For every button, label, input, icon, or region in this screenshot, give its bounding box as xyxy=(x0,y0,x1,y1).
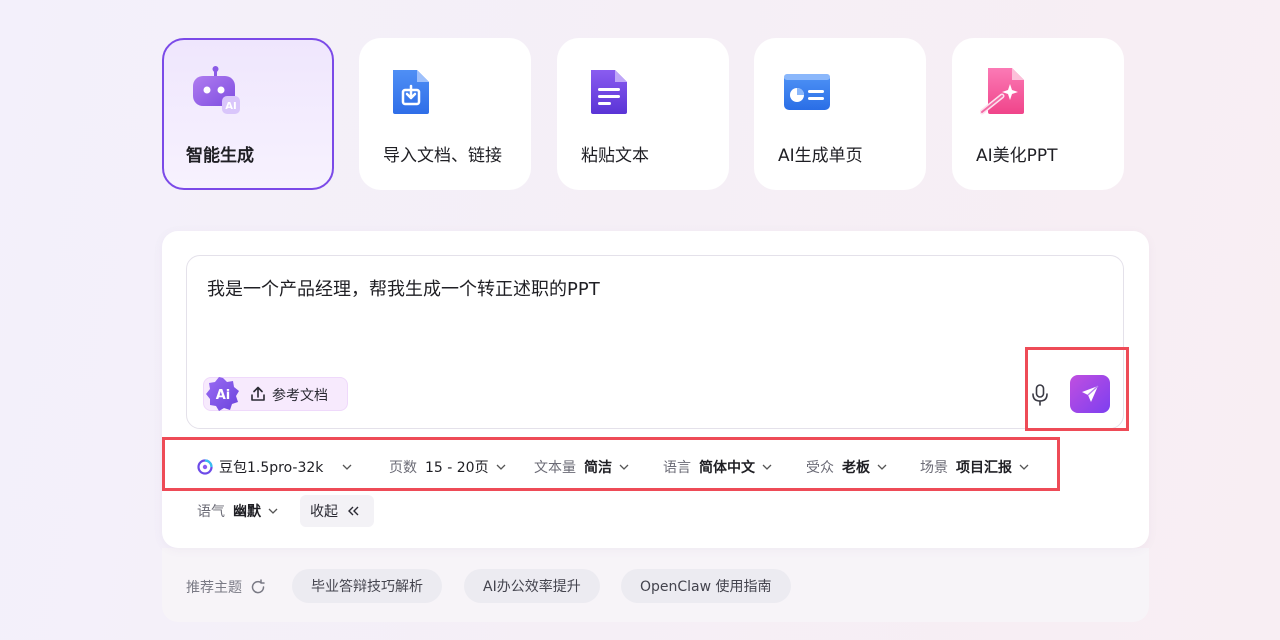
single-page-icon xyxy=(784,74,830,110)
card-label: 导入文档、链接 xyxy=(383,146,502,166)
tone-value: 幽默 xyxy=(233,504,261,520)
card-label: AI生成单页 xyxy=(778,146,863,166)
topic-chip[interactable]: OpenClaw 使用指南 xyxy=(621,569,791,603)
collapse-button[interactable]: 收起 xyxy=(300,495,374,527)
beautify-wand-icon xyxy=(980,68,1024,115)
card-label: 智能生成 xyxy=(186,146,254,166)
ai-badge-icon: Ai xyxy=(206,377,239,411)
highlight-options-row xyxy=(162,437,1060,491)
paste-text-icon xyxy=(591,70,627,114)
robot-ai-icon: AI xyxy=(193,66,240,114)
svg-text:AI: AI xyxy=(225,101,236,112)
recommend-label: 推荐主题 xyxy=(186,577,266,597)
import-doc-icon xyxy=(393,70,429,114)
refresh-icon[interactable] xyxy=(250,579,266,595)
prompt-text[interactable]: 我是一个产品经理，帮我生成一个转正述职的PPT xyxy=(207,275,600,301)
topic-chip[interactable]: AI办公效率提升 xyxy=(464,569,600,603)
tone-key: 语气 xyxy=(197,504,225,520)
tone-select[interactable]: 语气 幽默 xyxy=(197,501,279,521)
card-import-doc[interactable]: 导入文档、链接 xyxy=(359,38,531,190)
double-chevron-left-icon xyxy=(348,506,359,516)
ai-badge-text: Ai xyxy=(216,388,231,403)
topic-chip[interactable]: 毕业答辩技巧解析 xyxy=(292,569,442,603)
card-label: AI美化PPT xyxy=(976,146,1058,166)
card-label: 粘贴文本 xyxy=(581,146,649,166)
chevron-down-icon xyxy=(268,508,278,514)
reference-doc-label: 参考文档 xyxy=(272,388,328,404)
reference-doc-button[interactable]: Ai 参考文档 xyxy=(203,377,348,411)
collapse-label: 收起 xyxy=(310,504,338,520)
card-smart-generate[interactable]: AI 智能生成 xyxy=(162,38,334,190)
highlight-send-area xyxy=(1025,347,1129,431)
upload-icon xyxy=(251,386,265,401)
card-single-page[interactable]: AI生成单页 xyxy=(754,38,926,190)
card-paste-text[interactable]: 粘贴文本 xyxy=(557,38,729,190)
card-beautify-ppt[interactable]: AI美化PPT xyxy=(952,38,1124,190)
recommend-label-text: 推荐主题 xyxy=(186,580,242,596)
